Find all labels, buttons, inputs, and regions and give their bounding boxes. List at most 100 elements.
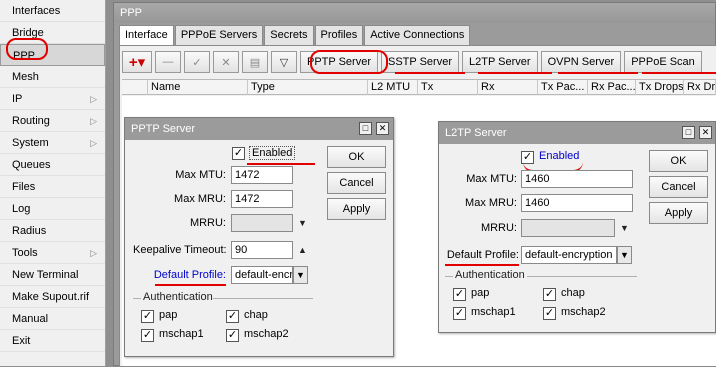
tab-secrets[interactable]: Secrets: [264, 25, 314, 45]
cancel-button[interactable]: Cancel: [649, 176, 708, 198]
ovpn-server-button[interactable]: OVPN Server: [540, 51, 622, 73]
sidebar-item-files[interactable]: Files: [0, 176, 105, 198]
pap-checkbox[interactable]: ✓: [141, 310, 154, 323]
sidebar-item-queues[interactable]: Queues: [0, 154, 105, 176]
sstp-server-button[interactable]: SSTP Server: [381, 51, 459, 73]
section-divider: [213, 298, 313, 299]
column-rx-drops[interactable]: Rx Dr: [684, 80, 716, 95]
pppoe-scan-button[interactable]: PPPoE Scan: [624, 51, 702, 73]
section-divider: [527, 276, 637, 277]
max-mtu-field[interactable]: 1472: [231, 166, 293, 184]
close-icon[interactable]: ✕: [699, 126, 712, 139]
triangle-down-icon[interactable]: ▼: [620, 223, 629, 233]
apply-button[interactable]: Apply: [649, 202, 708, 224]
comment-button[interactable]: ▤: [242, 51, 268, 73]
tab-profiles[interactable]: Profiles: [314, 25, 364, 45]
apply-button[interactable]: Apply: [327, 198, 386, 220]
column-rx[interactable]: Rx: [478, 80, 538, 95]
sidebar-item-make-supout[interactable]: Make Supout.rif: [0, 286, 105, 308]
chap-label: chap: [561, 287, 585, 299]
default-profile-field[interactable]: default-encr: [231, 266, 293, 284]
close-icon[interactable]: ✕: [376, 122, 389, 135]
dropdown-icon[interactable]: ▼: [293, 266, 308, 284]
sidebar-item-new-terminal[interactable]: New Terminal: [0, 264, 105, 286]
pptp-server-button[interactable]: PPTP Server: [300, 51, 378, 73]
mrru-field[interactable]: [521, 219, 615, 237]
sidebar-item-bridge[interactable]: Bridge: [0, 22, 105, 44]
column-tx[interactable]: Tx: [418, 80, 478, 95]
sidebar-item-system[interactable]: System ▷: [0, 132, 105, 154]
mrru-label: MRRU:: [480, 222, 517, 234]
mschap2-checkbox[interactable]: ✓: [226, 329, 239, 342]
table-header: Name Type L2 MTU Tx Rx Tx Pac... Rx Pac.…: [122, 79, 716, 95]
maximize-icon[interactable]: □: [682, 126, 695, 139]
dropdown-icon[interactable]: ▼: [617, 246, 632, 264]
column-l2mtu[interactable]: L2 MTU: [368, 80, 418, 95]
maximize-icon[interactable]: □: [359, 122, 372, 135]
filter-button[interactable]: ▽: [271, 51, 297, 73]
l2tp-server-dialog: L2TP Server □ ✕ ✓ Enabled Max MTU: 1460 …: [438, 121, 716, 333]
sidebar-item-label: PPP: [13, 50, 36, 62]
mrru-field[interactable]: [231, 214, 293, 232]
keepalive-timeout-field[interactable]: 90: [231, 241, 293, 259]
chevron-right-icon: ▷: [90, 248, 97, 258]
sidebar-item-label: Mesh: [12, 71, 39, 83]
ok-button[interactable]: OK: [649, 150, 708, 172]
toolbar: +▾ — ✓ ✕ ▤ ▽ PPTP Server SSTP Server L2T…: [122, 50, 705, 74]
column-name[interactable]: Name: [148, 80, 248, 95]
dialog-titlebar: PPTP Server □ ✕: [125, 118, 393, 140]
default-profile-field[interactable]: default-encryption: [521, 246, 617, 264]
sidebar-item-routing[interactable]: Routing ▷: [0, 110, 105, 132]
remove-button[interactable]: —: [155, 51, 181, 73]
l2tp-server-button[interactable]: L2TP Server: [462, 51, 538, 73]
cancel-button[interactable]: Cancel: [327, 172, 386, 194]
annotation-underline: [155, 284, 226, 286]
column-rx-packets[interactable]: Rx Pac...: [588, 80, 636, 95]
tab-active-connections[interactable]: Active Connections: [364, 25, 471, 45]
chap-checkbox[interactable]: ✓: [543, 288, 556, 301]
sidebar-item-label: Exit: [12, 335, 31, 347]
pptp-server-dialog: PPTP Server □ ✕ ✓ Enabled Max MTU: 1472 …: [124, 117, 394, 357]
column-type[interactable]: Type: [248, 80, 368, 95]
sidebar-item-ppp[interactable]: PPP: [0, 44, 105, 66]
mschap2-label: mschap2: [561, 306, 606, 318]
max-mru-label: Max MRU:: [465, 197, 517, 209]
ok-button[interactable]: OK: [327, 146, 386, 168]
mschap2-checkbox[interactable]: ✓: [543, 307, 556, 320]
sidebar-item-interfaces[interactable]: Interfaces: [0, 0, 105, 22]
sidebar-item-ip[interactable]: IP ▷: [0, 88, 105, 110]
add-button[interactable]: +▾: [122, 51, 152, 73]
column-tx-drops[interactable]: Tx Drops: [636, 80, 684, 95]
sidebar-item-manual[interactable]: Manual: [0, 308, 105, 330]
enable-button[interactable]: ✓: [184, 51, 210, 73]
tab-bar: Interface PPPoE Servers Secrets Profiles…: [119, 25, 471, 46]
sidebar-item-exit[interactable]: Exit: [0, 330, 105, 352]
enabled-checkbox[interactable]: ✓: [232, 147, 245, 160]
cross-icon: ✕: [221, 56, 231, 69]
sidebar-item-log[interactable]: Log: [0, 198, 105, 220]
max-mru-field[interactable]: 1460: [521, 194, 633, 212]
max-mru-field[interactable]: 1472: [231, 190, 293, 208]
comment-icon: ▤: [249, 56, 261, 69]
max-mtu-field[interactable]: 1460: [521, 170, 633, 188]
keepalive-timeout-label: Keepalive Timeout:: [133, 244, 227, 256]
disable-button[interactable]: ✕: [213, 51, 239, 73]
column-spacer: [122, 80, 148, 95]
tab-pppoe-servers[interactable]: PPPoE Servers: [174, 25, 264, 45]
enabled-checkbox[interactable]: ✓: [521, 151, 534, 164]
sidebar-item-label: Radius: [12, 225, 47, 237]
triangle-up-icon[interactable]: ▲: [298, 245, 307, 255]
sidebar-item-label: Log: [12, 203, 31, 215]
tab-interface[interactable]: Interface: [119, 25, 174, 46]
mschap1-checkbox[interactable]: ✓: [141, 329, 154, 342]
mschap1-checkbox[interactable]: ✓: [453, 307, 466, 320]
sidebar-item-radius[interactable]: Radius: [0, 220, 105, 242]
column-tx-packets[interactable]: Tx Pac...: [538, 80, 588, 95]
window-title: PPP: [114, 3, 715, 23]
sidebar-item-mesh[interactable]: Mesh: [0, 66, 105, 88]
sidebar-item-tools[interactable]: Tools ▷: [0, 242, 105, 264]
default-profile-label: Default Profile:: [153, 269, 226, 281]
pap-checkbox[interactable]: ✓: [453, 288, 466, 301]
triangle-down-icon[interactable]: ▼: [298, 218, 307, 228]
chap-checkbox[interactable]: ✓: [226, 310, 239, 323]
